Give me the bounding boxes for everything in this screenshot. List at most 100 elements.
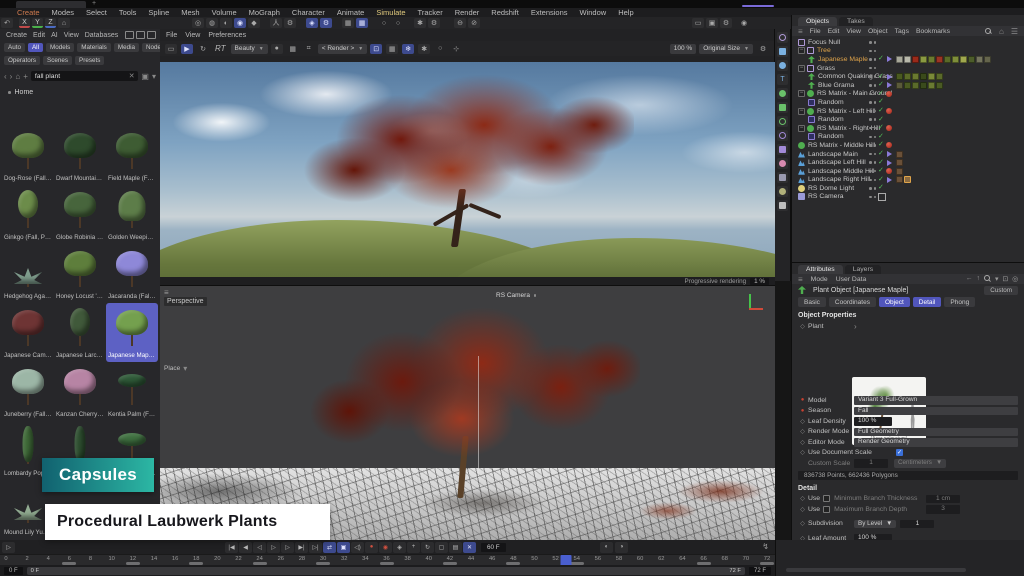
use-document-scale-checkbox[interactable]: ✓ (896, 449, 903, 456)
cloth-icon[interactable]: ◍ (206, 18, 218, 28)
expand-toggle-icon[interactable]: − (798, 90, 805, 97)
tool-icon[interactable] (777, 102, 788, 113)
material-swatches[interactable] (896, 73, 943, 80)
material-swatch[interactable] (896, 56, 903, 63)
asset-filter-tab[interactable]: Auto (4, 43, 25, 52)
key-icon[interactable]: ◇ (800, 520, 805, 527)
refresh-icon[interactable]: ↻ (197, 44, 209, 54)
menu-item[interactable]: Help (613, 8, 638, 17)
menu-item[interactable]: Tools (114, 8, 142, 17)
zoom-stepper[interactable]: 100 % (670, 44, 696, 54)
asset-filter-tab[interactable]: Presets (75, 56, 104, 65)
transport-next-key[interactable]: ▶| (295, 542, 308, 553)
asset-filter-tab[interactable]: Scenes (43, 56, 72, 65)
visibility-dot-editor[interactable] (869, 41, 872, 44)
transport-record-key[interactable]: ◈ (393, 542, 406, 553)
object-tree-row[interactable]: − RS Matrix - Middle Hill ✓ (792, 141, 1024, 150)
material-swatches[interactable] (896, 82, 943, 89)
keyframe-button[interactable]: ◑ (615, 542, 628, 553)
panel-tab[interactable]: Takes (839, 17, 873, 26)
render-view-menu-item[interactable]: Preferences (208, 32, 246, 39)
enabled-check-icon[interactable]: ✓ (878, 141, 884, 149)
tool-icon[interactable] (777, 172, 788, 183)
tool-icon[interactable] (777, 186, 788, 197)
material-swatch[interactable] (896, 168, 903, 175)
visibility-dot-render[interactable] (874, 127, 877, 130)
enabled-check-icon[interactable]: ✓ (878, 124, 884, 132)
enabled-check-icon[interactable]: ✓ (878, 107, 884, 115)
object-tree-row[interactable]: − Landscape Right Hill ✓ (792, 176, 1024, 185)
subdivision-field[interactable]: 1 (900, 520, 934, 529)
material-swatch[interactable] (920, 56, 927, 63)
expand-toggle-icon[interactable]: − (798, 125, 805, 132)
multi-view-icon[interactable]: ▦ (386, 44, 398, 54)
render-view-icon[interactable]: ▭ (692, 18, 704, 28)
undo-icon[interactable]: ↶ (1, 18, 13, 28)
transport-position-key[interactable]: + (407, 542, 420, 553)
custom-scale-unit-dropdown[interactable]: Centimeters▼ (894, 459, 946, 468)
material-swatch[interactable] (912, 82, 919, 89)
search-icon[interactable] (984, 275, 991, 282)
plant-asset-item[interactable]: Japanese Maple (Fall, ... (106, 303, 158, 362)
tool-icon[interactable] (777, 200, 788, 211)
crop-icon[interactable]: ⌗ (303, 44, 315, 54)
material-swatch[interactable] (952, 56, 959, 63)
search-input[interactable]: fall plant ✕ (31, 71, 139, 81)
axis-lock-button[interactable]: X (19, 18, 30, 28)
character-settings-icon[interactable]: ⚙ (284, 18, 296, 28)
add-icon[interactable]: + (23, 72, 28, 81)
grid-overlay-icon[interactable]: ▦ (287, 44, 299, 54)
key-icon[interactable]: ◇ (800, 323, 805, 330)
asset-menu-item[interactable]: Create (6, 32, 27, 39)
enabled-check-icon[interactable]: ✓ (878, 176, 884, 184)
visibility-dot-render[interactable] (874, 136, 877, 139)
object-tree-row[interactable]: − Japanese Maple ✓ (792, 55, 1024, 64)
asset-filter-tab[interactable]: Media (114, 43, 139, 52)
object-tree-row[interactable]: − Focus Null ✓ (792, 38, 1024, 47)
material-swatches[interactable] (896, 168, 903, 175)
attribute-section-tab[interactable]: Phong (944, 297, 975, 307)
asset-menu-item[interactable]: View (64, 32, 79, 39)
asset-filter-tab[interactable]: Materials (77, 43, 111, 52)
keyframe-button[interactable]: ◐ (600, 542, 613, 553)
transport-parameter-key[interactable]: ▤ (449, 542, 462, 553)
menu-item[interactable]: Window (575, 8, 612, 17)
material-swatch[interactable] (984, 56, 991, 63)
menu-item[interactable]: Simulate (371, 8, 410, 17)
max-branch-field[interactable]: 3 (926, 505, 960, 514)
play-render-icon[interactable]: ▶ (181, 44, 193, 54)
enabled-check-icon[interactable]: ✓ (878, 133, 884, 141)
material-swatches[interactable] (896, 176, 911, 183)
visibility-dot-editor[interactable] (869, 170, 872, 173)
visibility-dot-render[interactable] (874, 50, 877, 53)
dim-icon-2[interactable]: ○ (392, 18, 404, 28)
plant-asset-item[interactable]: Dog-Rose (Fall, Plant) (2, 126, 54, 185)
grid-icon[interactable]: ▦ (342, 18, 354, 28)
compare-icon[interactable]: ✱ (418, 44, 430, 54)
visibility-dot-render[interactable] (874, 101, 877, 104)
tool-icon[interactable] (777, 32, 788, 43)
menu-item[interactable]: Spline (143, 8, 174, 17)
visibility-dot-render[interactable] (874, 118, 877, 121)
material-swatch[interactable] (944, 56, 951, 63)
keyframe-dot-icon[interactable]: ● (800, 408, 805, 414)
object-tree-row[interactable]: − RS Matrix - Main Ground ✓ (792, 90, 1024, 99)
horizontal-scrollbar[interactable] (786, 568, 966, 572)
softbody-icon[interactable]: ◐ (220, 18, 232, 28)
plant-asset-item[interactable]: Japanese Larch (Fall, Pl... (54, 303, 106, 362)
material-swatch[interactable] (928, 56, 935, 63)
menu-item[interactable]: Create (12, 8, 45, 17)
editor-mode-dropdown[interactable]: Render Geometry (854, 438, 1018, 447)
render-mode-dropdown[interactable]: Full Geometry (854, 428, 1018, 437)
dock-icon[interactable] (125, 31, 134, 39)
visibility-dot-editor[interactable] (869, 127, 872, 130)
visibility-dot-render[interactable] (874, 153, 877, 156)
search-icon[interactable] (985, 28, 992, 35)
grid-snap-icon[interactable]: ▦ (356, 18, 368, 28)
expand-toggle-icon[interactable]: − (798, 47, 805, 54)
axis-lock-button[interactable]: Z (45, 18, 56, 28)
phong-tag-icon[interactable] (887, 74, 892, 80)
object-tree-row[interactable]: − Random ✓ (792, 98, 1024, 107)
transport-prev-key[interactable]: ◀ (239, 542, 252, 553)
menu-item[interactable]: Select (81, 8, 112, 17)
